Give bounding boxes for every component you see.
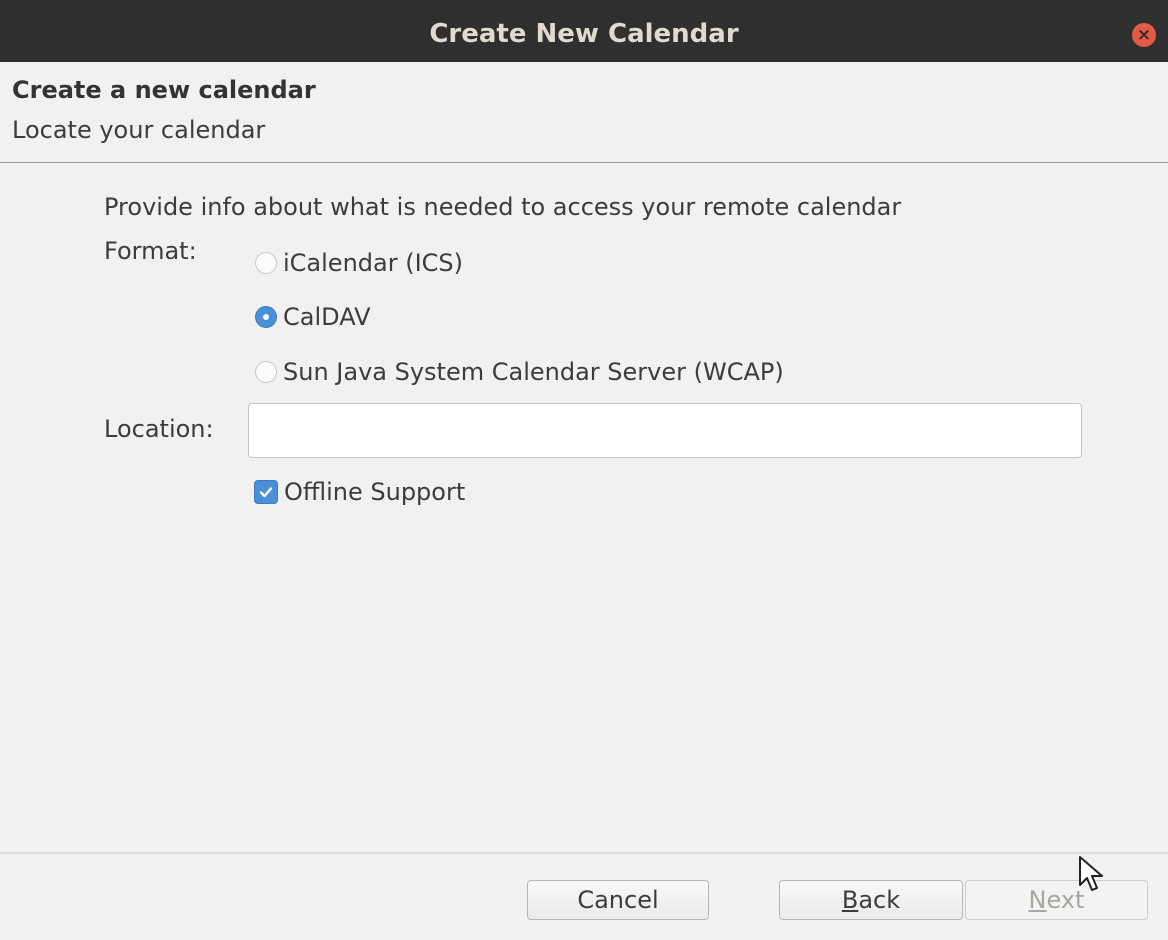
instruction-text: Provide info about what is needed to acc… <box>104 193 902 221</box>
radio-icalendar[interactable]: iCalendar (ICS) <box>255 247 463 279</box>
radio-wcap-label: Sun Java System Calendar Server (WCAP) <box>283 358 784 386</box>
radio-wcap[interactable]: Sun Java System Calendar Server (WCAP) <box>255 356 784 388</box>
mouse-pointer-icon <box>1079 856 1103 891</box>
wizard-content: Provide info about what is needed to acc… <box>0 163 1168 853</box>
checkmark-icon[interactable] <box>254 480 278 504</box>
offline-support-label: Offline Support <box>284 478 466 506</box>
button-bar: Cancel Back Next <box>0 852 1168 940</box>
location-label: Location: <box>104 415 214 443</box>
radio-caldav-indicator[interactable] <box>255 306 277 328</box>
create-calendar-dialog: Create New Calendar × Create a new calen… <box>0 0 1168 940</box>
radio-icalendar-label: iCalendar (ICS) <box>283 249 464 277</box>
cancel-button[interactable]: Cancel <box>527 880 709 920</box>
back-button[interactable]: Back <box>779 880 963 920</box>
radio-wcap-indicator[interactable] <box>255 361 277 383</box>
format-label: Format: <box>104 237 197 265</box>
close-icon[interactable]: × <box>1132 23 1156 47</box>
next-mnemonic: N <box>1028 886 1047 914</box>
window-title: Create New Calendar <box>429 19 739 49</box>
radio-icalendar-indicator[interactable] <box>255 252 277 274</box>
next-button[interactable]: Next <box>965 880 1148 920</box>
back-label: ack <box>858 886 901 914</box>
wizard-header: Create a new calendar Locate your calend… <box>0 62 1168 163</box>
location-input[interactable] <box>248 403 1082 458</box>
wizard-subtitle: Locate your calendar <box>12 116 266 144</box>
back-mnemonic: B <box>841 886 859 914</box>
wizard-title: Create a new calendar <box>12 76 316 104</box>
radio-caldav-label: CalDAV <box>283 303 371 331</box>
offline-support-checkbox[interactable]: Offline Support <box>254 475 465 509</box>
radio-caldav[interactable]: CalDAV <box>255 301 371 333</box>
titlebar: Create New Calendar × <box>0 0 1168 62</box>
